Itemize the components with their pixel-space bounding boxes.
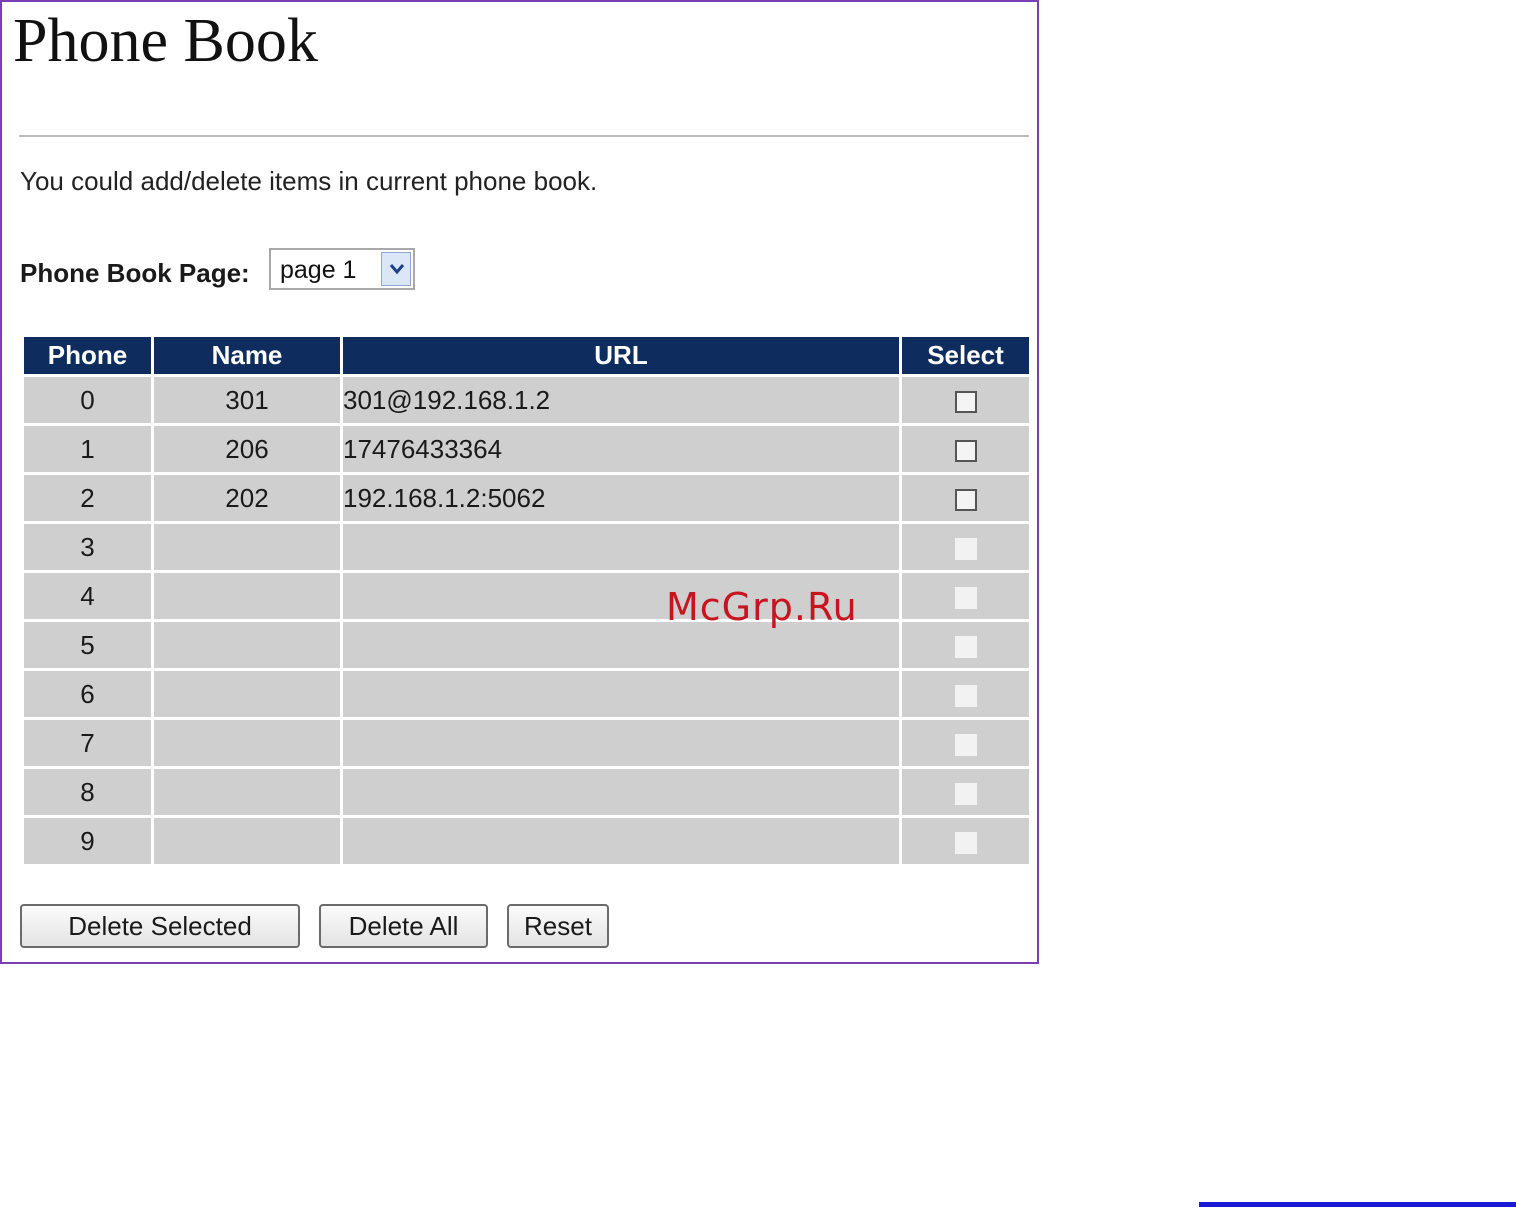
phone-cell: 3 [24,524,151,570]
url-cell [343,818,899,864]
url-cell: 301@192.168.1.2 [343,377,899,423]
select-checkbox[interactable] [954,488,977,511]
url-cell [343,671,899,717]
chevron-down-icon [389,264,405,275]
select-cell [902,475,1029,521]
title-divider [19,135,1029,137]
select-checkbox[interactable] [954,439,977,462]
header-phone: Phone [24,337,151,374]
name-cell [154,720,340,766]
url-cell: 192.168.1.2:5062 [343,475,899,521]
page-select-value: page 1 [280,256,357,284]
reset-button[interactable]: Reset [507,904,609,948]
phone-cell: 2 [24,475,151,521]
url-cell: 17476433364 [343,426,899,472]
phone-cell: 0 [24,377,151,423]
table-row: 0 301 301@192.168.1.2 [24,377,1029,423]
select-checkbox [954,537,977,560]
table-row: 3 [24,524,1029,570]
select-checkbox [954,733,977,756]
phone-cell: 1 [24,426,151,472]
phone-cell: 4 [24,573,151,619]
table-row: 7 [24,720,1029,766]
phone-cell: 7 [24,720,151,766]
select-cell [902,818,1029,864]
delete-selected-button[interactable]: Delete Selected [20,904,300,948]
url-cell [343,769,899,815]
name-cell: 206 [154,426,340,472]
select-cell [902,720,1029,766]
name-cell [154,622,340,668]
table-header-row: Phone Name URL Select [24,337,1029,374]
dropdown-arrow-button[interactable] [381,252,411,286]
phone-book-table: Phone Name URL Select 0 301 301@192.168.1.… [21,334,1032,867]
link-underline[interactable] [1199,1202,1516,1207]
table-row: 2 202 192.168.1.2:5062 [24,475,1029,521]
name-cell: 301 [154,377,340,423]
select-cell [902,671,1029,717]
phone-book-panel: Phone Book You could add/delete items in… [0,0,1039,964]
table-row: 4 [24,573,1029,619]
select-cell [902,622,1029,668]
table-row: 9 [24,818,1029,864]
url-cell [343,524,899,570]
phone-cell: 9 [24,818,151,864]
select-checkbox [954,684,977,707]
page-select-dropdown[interactable]: page 1 [269,248,415,290]
page-title: Phone Book [13,7,318,75]
url-cell [343,720,899,766]
watermark: McGrp.Ru [666,585,858,629]
select-checkbox [954,635,977,658]
select-cell [902,769,1029,815]
name-cell [154,769,340,815]
table-row: 8 [24,769,1029,815]
select-cell [902,377,1029,423]
phone-cell: 5 [24,622,151,668]
select-cell [902,524,1029,570]
name-cell [154,818,340,864]
name-cell [154,524,340,570]
name-cell: 202 [154,475,340,521]
phone-cell: 8 [24,769,151,815]
header-name: Name [154,337,340,374]
page-selector-label: Phone Book Page: [20,258,250,288]
table-row: 5 [24,622,1029,668]
header-select: Select [902,337,1029,374]
select-checkbox [954,782,977,805]
select-checkbox [954,831,977,854]
table-row: 1 206 17476433364 [24,426,1029,472]
phone-cell: 6 [24,671,151,717]
header-url: URL [343,337,899,374]
table-row: 6 [24,671,1029,717]
select-cell [902,573,1029,619]
select-checkbox [954,586,977,609]
select-checkbox[interactable] [954,390,977,413]
delete-all-button[interactable]: Delete All [319,904,488,948]
name-cell [154,671,340,717]
name-cell [154,573,340,619]
page-description: You could add/delete items in current ph… [20,166,598,196]
select-cell [902,426,1029,472]
